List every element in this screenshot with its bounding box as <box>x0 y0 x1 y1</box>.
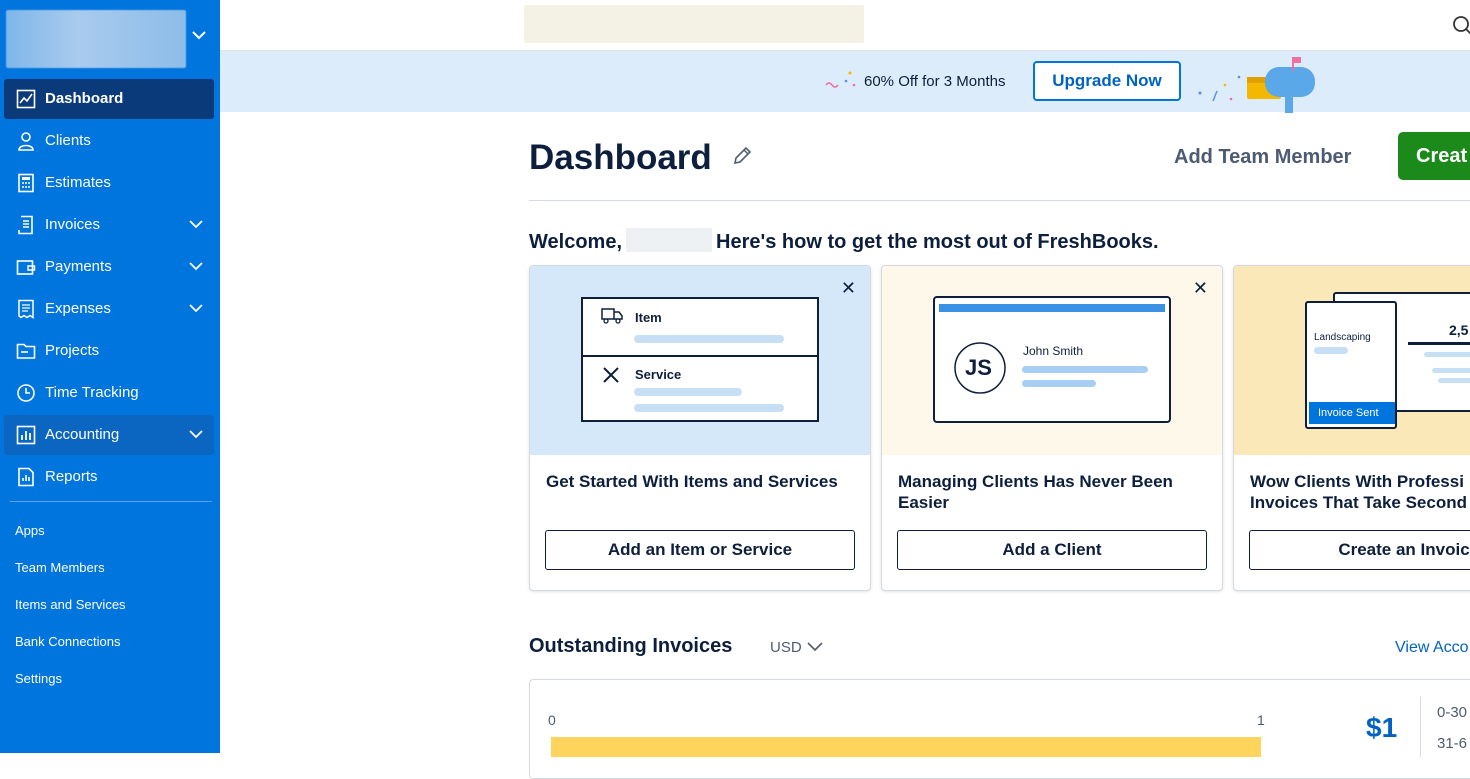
axis-max-label: 1 <box>1257 712 1265 728</box>
sidebar-item-payments[interactable]: Payments <box>4 247 214 287</box>
client-name: John Smith <box>1023 344 1084 358</box>
art-row-service: Service <box>635 367 682 382</box>
aging-range-0-30: 0-30 <box>1437 704 1468 721</box>
welcome-prefix: Welcome, <box>529 231 622 253</box>
card-title: Managing Clients Has Never Been Easier <box>898 472 1173 512</box>
chevron-down-icon <box>189 220 203 229</box>
currency-select[interactable]: USD <box>770 639 802 656</box>
clock-icon <box>17 384 35 402</box>
promo-banner: 60% Off for 3 Months Upgrade Now <box>220 51 1470 113</box>
report-icon <box>18 467 34 487</box>
sidebar-item-label: Time Tracking <box>45 384 139 401</box>
user-name-redacted <box>626 228 712 252</box>
chevron-down-icon[interactable] <box>806 641 824 653</box>
invoice-illustration: Landscaping 2,5 Invoice Sent <box>1234 266 1470 455</box>
sidebar-item-label: Clients <box>45 132 91 149</box>
sidebar-item-invoices[interactable]: Invoices <box>4 205 214 245</box>
promo-text: 60% Off for 3 Months <box>864 73 1006 90</box>
sidebar-item-label: Estimates <box>45 174 111 191</box>
sidebar-link-apps[interactable]: Apps <box>15 523 45 538</box>
page-title: Dashboard <box>529 138 712 177</box>
sidebar-item-label: Dashboard <box>45 90 124 107</box>
onboarding-card-invoices: Landscaping 2,5 Invoice Sent Wow Clients… <box>1233 265 1470 591</box>
receipt-icon <box>18 299 34 319</box>
onboarding-card-clients: JS John Smith ✕ Managing Clients Has Nev… <box>881 265 1223 591</box>
pencil-icon[interactable] <box>731 145 753 167</box>
client-initials: JS <box>965 355 992 380</box>
sidebar-item-reports[interactable]: Reports <box>4 457 214 497</box>
aging-range-31-60: 31-6 <box>1437 735 1468 752</box>
sidebar-item-clients[interactable]: Clients <box>4 121 214 161</box>
items-illustration: Item Service <box>530 266 870 455</box>
outstanding-invoices-panel <box>529 679 1470 779</box>
view-accounts-link[interactable]: View Acco <box>1395 639 1469 657</box>
panel-divider <box>1420 697 1421 757</box>
chevron-down-icon <box>189 304 203 313</box>
sidebar-item-time-tracking[interactable]: Time Tracking <box>4 373 214 413</box>
invoice-amount: 2,5 <box>1449 322 1469 338</box>
sidebar-item-label: Reports <box>45 468 98 485</box>
invoice-icon <box>18 215 33 235</box>
folder-icon <box>16 343 36 359</box>
close-icon[interactable]: ✕ <box>1193 278 1208 299</box>
chart-line-icon <box>16 89 36 109</box>
sidebar: Dashboard Clients Estimates Invoices Pay… <box>0 0 220 753</box>
mailbox-icon <box>1198 57 1315 113</box>
sidebar-item-label: Projects <box>45 342 100 359</box>
sidebar-item-projects[interactable]: Projects <box>4 331 214 371</box>
add-team-member-button[interactable]: Add Team Member <box>1174 146 1351 169</box>
axis-min-label: 0 <box>548 712 556 728</box>
create-invoice-button[interactable]: Create an Invoic <box>1249 530 1470 570</box>
chevron-down-icon <box>189 430 203 439</box>
add-client-button[interactable]: Add a Client <box>897 530 1207 570</box>
sidebar-link-items-and-services[interactable]: Items and Services <box>15 597 126 612</box>
sidebar-item-estimates[interactable]: Estimates <box>4 163 214 203</box>
sidebar-item-dashboard[interactable]: Dashboard <box>4 79 214 119</box>
sidebar-item-label: Expenses <box>45 300 111 317</box>
outstanding-invoices-title: Outstanding Invoices <box>529 635 733 657</box>
sidebar-item-label: Invoices <box>45 216 101 233</box>
invoice-client-label: Landscaping <box>1314 332 1371 343</box>
close-icon[interactable]: ✕ <box>841 278 856 299</box>
outstanding-amount: $1 <box>1366 712 1398 743</box>
sidebar-link-settings[interactable]: Settings <box>15 671 62 686</box>
art-row-item: Item <box>635 310 662 325</box>
calculator-icon <box>18 173 34 193</box>
outstanding-bar <box>551 737 1261 757</box>
clients-illustration: JS John Smith <box>882 266 1222 455</box>
chevron-down-icon[interactable] <box>190 28 208 42</box>
search-icon[interactable] <box>1452 15 1470 35</box>
sidebar-item-expenses[interactable]: Expenses <box>4 289 214 329</box>
sidebar-link-bank-connections[interactable]: Bank Connections <box>15 634 121 649</box>
card-title: Wow Clients With Professi Invoices That … <box>1250 472 1467 512</box>
card-title: Get Started With Items and Services <box>546 472 838 491</box>
sidebar-link-team-members[interactable]: Team Members <box>15 560 105 575</box>
bar-chart-icon <box>16 425 36 445</box>
onboarding-card-items: Item Service ✕ Get Started With Items an… <box>529 265 871 591</box>
account-switcher[interactable] <box>6 10 186 68</box>
welcome-heading: Welcome, Here's how to get the most out o… <box>529 228 1159 254</box>
header-divider <box>529 200 1470 201</box>
add-item-or-service-button[interactable]: Add an Item or Service <box>545 530 855 570</box>
welcome-suffix: Here's how to get the most out of FreshB… <box>716 231 1159 253</box>
person-icon <box>18 132 34 151</box>
trial-banner[interactable] <box>524 5 864 43</box>
wallet-icon <box>16 260 36 275</box>
upgrade-now-button[interactable]: Upgrade Now <box>1033 61 1181 101</box>
invoice-sent-badge: Invoice Sent <box>1318 407 1379 419</box>
sidebar-item-label: Accounting <box>45 426 120 443</box>
sidebar-item-label: Payments <box>45 258 112 275</box>
confetti-icon <box>825 71 856 88</box>
sidebar-divider <box>10 501 212 502</box>
create-button[interactable]: Creat <box>1398 132 1470 180</box>
outstanding-bar-fill <box>551 737 1261 757</box>
sidebar-item-accounting[interactable]: Accounting <box>4 415 214 455</box>
top-bar <box>220 0 1470 51</box>
chevron-down-icon <box>189 262 203 271</box>
